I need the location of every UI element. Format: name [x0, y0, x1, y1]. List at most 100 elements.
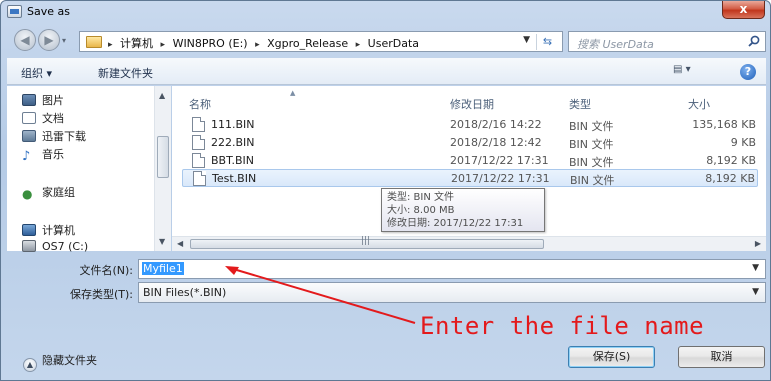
nav-item-homegroup[interactable]: 家庭组 — [22, 184, 75, 202]
breadcrumb-item-userdata[interactable]: UserData — [368, 37, 419, 50]
close-button[interactable]: x — [722, 1, 765, 19]
scroll-down-icon[interactable]: ▼ — [159, 237, 165, 246]
pictures-icon — [22, 94, 36, 106]
new-folder-button[interactable]: 新建文件夹 — [98, 65, 153, 81]
recent-locations-dropdown[interactable]: ▾ — [62, 36, 71, 45]
address-history-dropdown[interactable]: ▼ — [523, 35, 530, 45]
scrollbar-grip-icon: ||| — [361, 236, 371, 246]
file-date: 2018/2/18 12:42 — [450, 136, 542, 149]
command-toolbar: 组织 ▾ 新建文件夹 ▤ ▾ ? — [7, 58, 766, 85]
downloads-icon — [22, 130, 36, 142]
help-icon[interactable]: ? — [740, 64, 756, 80]
nav-item-label: OS7 (C:) — [42, 240, 89, 253]
breadcrumb-separator[interactable]: ▸ — [161, 40, 166, 50]
filetype-selected-value: BIN Files(*.BIN) — [143, 286, 227, 299]
organize-menu[interactable]: 组织 ▾ — [21, 65, 52, 81]
filetype-label: 保存类型(T): — [69, 288, 133, 301]
save-as-dialog: Save as x ◀ ▶ ▾ ▸ 计算机 ▸ WIN8PRO (E:) ▸ X… — [0, 0, 771, 381]
refresh-icon[interactable]: ⇆ — [536, 34, 558, 50]
breadcrumb-item-drive[interactable]: WIN8PRO (E:) — [173, 37, 248, 50]
save-button[interactable]: 保存(S) — [568, 346, 655, 368]
file-row-selected[interactable]: Test.BIN 2017/12/22 17:31 BIN 文件 8,192 K… — [182, 169, 758, 187]
file-size: 135,168 KB — [692, 118, 756, 131]
scrollbar-thumb[interactable] — [157, 136, 169, 178]
search-box[interactable]: 搜索 UserData — [568, 31, 766, 52]
breadcrumb-separator[interactable]: ▸ — [356, 40, 361, 50]
file-type: BIN 文件 — [569, 120, 614, 133]
filename-field[interactable]: Myfile1 ▼ — [138, 259, 766, 279]
folder-icon — [86, 36, 102, 48]
back-button[interactable]: ◀ — [14, 29, 36, 51]
column-header-date[interactable]: 修改日期 — [450, 96, 494, 112]
file-size: 8,192 KB — [706, 154, 756, 167]
annotation-text: Enter the file name — [420, 312, 705, 340]
file-name: BBT.BIN — [211, 154, 255, 167]
file-icon — [192, 135, 205, 150]
nav-item-downloads[interactable]: 迅雷下载 — [22, 128, 86, 146]
documents-icon — [22, 112, 36, 124]
file-type: BIN 文件 — [570, 174, 615, 187]
file-type: BIN 文件 — [569, 156, 614, 169]
filename-label: 文件名(N): — [79, 264, 133, 277]
scroll-left-icon[interactable]: ◀ — [177, 239, 183, 248]
scroll-right-icon[interactable]: ▶ — [755, 239, 761, 248]
filename-input-value[interactable]: Myfile1 — [142, 262, 184, 275]
title-bar: Save as x — [1, 1, 771, 23]
file-icon — [193, 171, 206, 186]
back-arrow-icon: ◀ — [20, 33, 30, 47]
filename-history-dropdown[interactable]: ▼ — [752, 263, 759, 273]
nav-item-label: 图片 — [42, 94, 64, 107]
breadcrumb-separator[interactable]: ▸ — [108, 40, 113, 50]
tooltip-type: 类型: BIN 文件 — [387, 192, 455, 203]
nav-item-pictures[interactable]: 图片 — [22, 92, 64, 110]
file-name: 222.BIN — [211, 136, 255, 149]
nav-item-label: 计算机 — [42, 224, 75, 237]
forward-arrow-icon: ▶ — [44, 33, 54, 47]
breadcrumb-item-computer[interactable]: 计算机 — [120, 37, 153, 50]
breadcrumb: ▸ 计算机 ▸ WIN8PRO (E:) ▸ Xgpro_Release ▸ U… — [108, 35, 423, 51]
chevron-up-icon: ▲ — [23, 358, 37, 372]
nav-item-computer[interactable]: 计算机 — [22, 222, 75, 240]
file-row[interactable]: BBT.BIN 2017/12/22 17:31 BIN 文件 8,192 KB — [182, 152, 758, 170]
file-date: 2017/12/22 17:31 — [451, 172, 550, 185]
window-app-icon — [7, 5, 22, 18]
file-row[interactable]: 111.BIN 2018/2/16 14:22 BIN 文件 135,168 K… — [182, 116, 758, 134]
sort-ascending-icon: ▲ — [290, 89, 296, 97]
file-date: 2018/2/16 14:22 — [450, 118, 542, 131]
view-options-icon[interactable]: ▤ ▾ — [673, 64, 705, 80]
column-header-type[interactable]: 类型 — [569, 96, 591, 112]
search-icon[interactable] — [748, 35, 760, 47]
nav-item-documents[interactable]: 文档 — [22, 110, 64, 128]
nav-vertical-scrollbar[interactable]: ▲ ▼ — [154, 86, 171, 251]
column-header-name[interactable]: 名称 — [189, 96, 211, 112]
tooltip-modified: 修改日期: 2017/12/22 17:31 — [387, 218, 524, 229]
file-icon — [192, 153, 205, 168]
drive-icon — [22, 240, 36, 252]
breadcrumb-item-xgpro-release[interactable]: Xgpro_Release — [267, 37, 348, 50]
search-input[interactable]: 搜索 UserData — [577, 36, 654, 52]
scrollbar-thumb[interactable]: ||| — [190, 236, 544, 249]
cancel-button[interactable]: 取消 — [678, 346, 765, 368]
nav-item-label: 音乐 — [42, 148, 64, 161]
scroll-up-icon[interactable]: ▲ — [159, 91, 165, 100]
filetype-select[interactable]: BIN Files(*.BIN) ▼ — [138, 282, 766, 303]
nav-item-music[interactable]: 音乐 — [22, 146, 64, 164]
nav-item-label: 家庭组 — [42, 186, 75, 199]
homegroup-icon — [22, 187, 36, 199]
column-header-size[interactable]: 大小 — [688, 96, 710, 112]
hide-folders-toggle[interactable]: ▲ 隐藏文件夹 — [23, 352, 97, 372]
chevron-down-icon[interactable]: ▼ — [752, 287, 759, 297]
nav-item-label: 迅雷下载 — [42, 130, 86, 143]
computer-icon — [22, 224, 36, 236]
file-size: 8,192 KB — [705, 172, 755, 185]
file-list-horizontal-scrollbar[interactable]: ◀ ||| ▶ — [172, 236, 766, 251]
address-bar[interactable]: ▸ 计算机 ▸ WIN8PRO (E:) ▸ Xgpro_Release ▸ U… — [79, 31, 563, 52]
file-date: 2017/12/22 17:31 — [450, 154, 549, 167]
file-row[interactable]: 222.BIN 2018/2/18 12:42 BIN 文件 9 KB — [182, 134, 758, 152]
forward-button[interactable]: ▶ — [38, 29, 60, 51]
hide-folders-label: 隐藏文件夹 — [42, 354, 97, 367]
music-icon — [22, 149, 36, 161]
file-name: Test.BIN — [212, 172, 257, 185]
breadcrumb-separator[interactable]: ▸ — [255, 40, 260, 50]
nav-item-os7-drive[interactable]: OS7 (C:) — [22, 240, 88, 258]
